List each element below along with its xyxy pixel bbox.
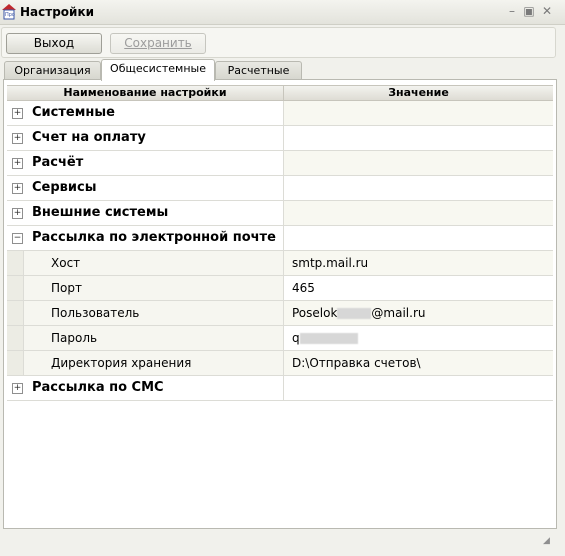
- tab-general[interactable]: Общесистемные: [101, 59, 215, 81]
- tab-calculation[interactable]: Расчетные: [215, 61, 302, 80]
- value-cell: [284, 126, 553, 150]
- close-icon[interactable]: ✕: [541, 5, 553, 17]
- group-row-sms[interactable]: + Рассылка по СМС: [7, 376, 553, 401]
- setting-value-host[interactable]: smtp.mail.ru: [284, 251, 553, 275]
- setting-row-port[interactable]: Порт 465: [7, 276, 553, 301]
- column-header-value[interactable]: Значение: [284, 86, 553, 100]
- group-label: Рассылка по СМС: [32, 380, 164, 395]
- user-suffix: @mail.ru: [371, 306, 426, 320]
- masked-region: [299, 333, 358, 344]
- setting-row-password[interactable]: Пароль q: [7, 326, 553, 351]
- password-prefix: q: [292, 331, 300, 345]
- user-prefix: Poselok: [292, 306, 338, 320]
- value-cell: [284, 226, 553, 250]
- group-row-system[interactable]: + Системные: [7, 101, 553, 126]
- app-house-icon: Про: [2, 4, 16, 20]
- setting-value-storage-dir[interactable]: D:\Отправка счетов\: [284, 351, 553, 375]
- value-cell: [284, 101, 553, 125]
- setting-name: Порт: [51, 281, 82, 295]
- exit-button[interactable]: Выход: [6, 33, 102, 54]
- toolbar: Выход Сохранить: [1, 27, 556, 58]
- restore-icon[interactable]: ▣: [523, 5, 535, 17]
- expand-icon[interactable]: +: [12, 383, 23, 394]
- expand-icon[interactable]: +: [12, 158, 23, 169]
- setting-value-port[interactable]: 465: [284, 276, 553, 300]
- group-row-services[interactable]: + Сервисы: [7, 176, 553, 201]
- group-label: Расчёт: [32, 155, 84, 170]
- settings-grid: Наименование настройки Значение + Системн…: [7, 85, 553, 401]
- svg-text:Про: Про: [5, 12, 15, 18]
- expand-icon[interactable]: +: [12, 133, 23, 144]
- title-bar: Про Настройки – ▣ ✕: [0, 0, 565, 25]
- group-row-invoice[interactable]: + Счет на оплату: [7, 126, 553, 151]
- group-label: Внешние системы: [32, 205, 169, 220]
- setting-name: Директория хранения: [51, 356, 192, 370]
- group-label: Сервисы: [32, 180, 97, 195]
- collapse-icon[interactable]: −: [12, 233, 23, 244]
- setting-value-password[interactable]: q: [284, 326, 553, 350]
- expand-icon[interactable]: +: [12, 108, 23, 119]
- column-header-name[interactable]: Наименование настройки: [7, 86, 284, 100]
- value-cell: [284, 201, 553, 225]
- expand-icon[interactable]: +: [12, 208, 23, 219]
- save-button[interactable]: Сохранить: [110, 33, 206, 54]
- masked-region: [337, 308, 372, 319]
- value-cell: [284, 176, 553, 200]
- group-label: Счет на оплату: [32, 130, 146, 145]
- setting-row-user[interactable]: Пользователь Poselok @mail.ru: [7, 301, 553, 326]
- setting-name: Пользователь: [51, 306, 140, 320]
- window-title: Настройки: [20, 5, 95, 19]
- value-cell: [284, 151, 553, 175]
- setting-row-storage-dir[interactable]: Директория хранения D:\Отправка счетов\: [7, 351, 553, 376]
- setting-value-user[interactable]: Poselok @mail.ru: [284, 301, 553, 325]
- group-row-calculation[interactable]: + Расчёт: [7, 151, 553, 176]
- value-cell: [284, 376, 553, 400]
- setting-row-host[interactable]: Хост smtp.mail.ru: [7, 251, 553, 276]
- resize-grip-icon[interactable]: ◢: [543, 536, 550, 546]
- tab-organization[interactable]: Организация: [4, 61, 101, 80]
- setting-name: Пароль: [51, 331, 98, 345]
- expand-icon[interactable]: +: [12, 183, 23, 194]
- group-label: Системные: [32, 105, 115, 120]
- grid-header: Наименование настройки Значение: [7, 85, 553, 101]
- group-label: Рассылка по электронной почте: [32, 230, 276, 245]
- minimize-icon[interactable]: –: [506, 5, 518, 17]
- group-row-external-systems[interactable]: + Внешние системы: [7, 201, 553, 226]
- settings-panel: Наименование настройки Значение + Системн…: [3, 79, 557, 529]
- setting-name: Хост: [51, 256, 81, 270]
- group-row-email[interactable]: − Рассылка по электронной почте: [7, 226, 553, 251]
